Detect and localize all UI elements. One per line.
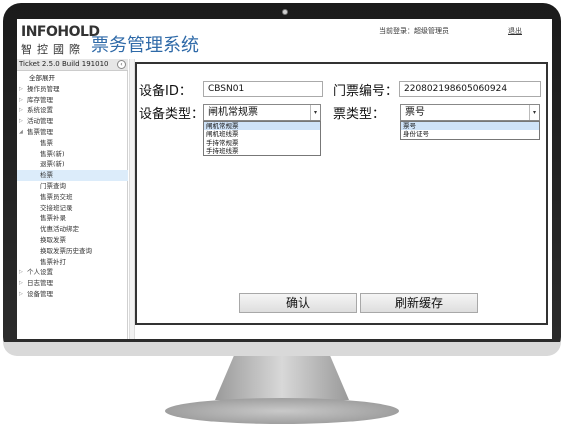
sidebar-item-ticket-sales[interactable]: ◢ 售票管理 bbox=[17, 127, 128, 138]
version-label: Ticket 2.5.0 Build 191010 bbox=[19, 60, 109, 68]
logo: INFOHOLD bbox=[21, 24, 100, 40]
ticket-type-value: 票号 bbox=[405, 107, 425, 118]
refresh-cache-button[interactable]: 刷新缓存 bbox=[360, 293, 478, 313]
screen: INFOHOLD 智控國際 票务管理系统 当前登录：超级管理员 退出 Ticke… bbox=[17, 19, 552, 339]
sidebar-item-label: 售票管理 bbox=[27, 127, 53, 136]
sidebar-menu: 全部展开 ▷ 操作员管理 ▷ 库存管理 ▷ 系统设置 ▷ 活动管理 ◢ 售票管理 售票 售… bbox=[17, 73, 128, 300]
ticket-check-panel: 设备ID： CBSN01 门票编号： 220802198605060924 设备… bbox=[135, 62, 548, 325]
dropdown-option[interactable]: 手持班线票 bbox=[204, 147, 320, 155]
chevron-down-icon[interactable]: ▾ bbox=[310, 105, 320, 120]
device-type-dropdown: 闸机常规票 闸机班线票 手持常规票 手持班线票 bbox=[203, 121, 321, 157]
sidebar-item-label: 库存管理 bbox=[27, 95, 53, 104]
collapse-sidebar-icon[interactable]: ‹ bbox=[117, 60, 126, 69]
ticket-no-field[interactable]: 220802198605060924 bbox=[399, 81, 541, 97]
expand-arrow-icon: ▷ bbox=[19, 269, 23, 276]
sidebar-item-promo-binding[interactable]: 优惠活动绑定 bbox=[17, 224, 128, 235]
sidebar-item-invoice-exchange[interactable]: 换取发票 bbox=[17, 235, 128, 246]
sidebar-item-handover-records[interactable]: 交接班记录 bbox=[17, 203, 128, 214]
dropdown-option[interactable]: 身份证号 bbox=[401, 130, 539, 138]
webcam-icon bbox=[282, 9, 288, 15]
monitor-bezel: INFOHOLD 智控國際 票务管理系统 当前登录：超级管理员 退出 Ticke… bbox=[3, 3, 561, 355]
expand-arrow-icon: ▷ bbox=[19, 107, 23, 114]
device-type-value: 闸机常规票 bbox=[208, 107, 258, 118]
expand-arrow-icon: ▷ bbox=[19, 85, 23, 92]
ticket-type-dropdown: 票号 身份证号 bbox=[400, 121, 540, 140]
sidebar-item-sell-new[interactable]: 售票(新) bbox=[17, 149, 128, 160]
sidebar-item-system-settings[interactable]: ▷ 系统设置 bbox=[17, 105, 128, 116]
device-type-select[interactable]: 闸机常规票 ▾ bbox=[203, 104, 321, 121]
monitor-chin bbox=[3, 342, 561, 356]
sidebar-item-sales-supplement[interactable]: 售票补录 bbox=[17, 213, 128, 224]
sidebar-item-label: 设备管理 bbox=[27, 289, 53, 298]
device-type-label: 设备类型： bbox=[139, 107, 205, 122]
sidebar-item-reprint[interactable]: 售票补打 bbox=[17, 257, 128, 268]
expand-arrow-icon: ▷ bbox=[19, 118, 23, 125]
monitor-stand-base bbox=[165, 398, 399, 424]
sidebar-item-shift-handover[interactable]: 售票员交班 bbox=[17, 192, 128, 203]
sidebar-item-personal-settings[interactable]: ▷ 个人设置 bbox=[17, 267, 128, 278]
expand-arrow-icon: ▷ bbox=[19, 290, 23, 297]
sidebar: Ticket 2.5.0 Build 191010 ‹ 全部展开 ▷ 操作员管理 … bbox=[17, 59, 128, 339]
sidebar-item-label: 系统设置 bbox=[27, 106, 53, 115]
dropdown-option[interactable]: 闸机班线票 bbox=[204, 130, 320, 138]
ticket-type-select[interactable]: 票号 ▾ bbox=[400, 104, 540, 121]
dropdown-option[interactable]: 手持常规票 bbox=[204, 139, 320, 147]
sidebar-item-refund-new[interactable]: 退票(新) bbox=[17, 159, 128, 170]
expand-arrow-icon: ▷ bbox=[19, 280, 23, 287]
sidebar-item-logs[interactable]: ▷ 日志管理 bbox=[17, 278, 128, 289]
logo-subtitle: 智控國際 bbox=[21, 43, 85, 56]
sidebar-item-invoice-history[interactable]: 换取发票历史查询 bbox=[17, 246, 128, 257]
sidebar-item-check-ticket[interactable]: 检票 bbox=[17, 170, 128, 181]
device-id-field[interactable]: CBSN01 bbox=[203, 81, 323, 97]
sidebar-item-label: 个人设置 bbox=[27, 268, 53, 277]
collapse-arrow-icon: ◢ bbox=[19, 128, 23, 135]
sidebar-item-label: 操作员管理 bbox=[27, 84, 60, 93]
sidebar-item-inventory[interactable]: ▷ 库存管理 bbox=[17, 95, 128, 106]
login-status: 当前登录：超级管理员 bbox=[379, 27, 449, 35]
logout-link[interactable]: 退出 bbox=[508, 26, 522, 36]
sidebar-item-operators[interactable]: ▷ 操作员管理 bbox=[17, 84, 128, 95]
sidebar-item-activities[interactable]: ▷ 活动管理 bbox=[17, 116, 128, 127]
ticket-type-label: 票类型： bbox=[333, 107, 386, 122]
monitor-stand-neck bbox=[215, 356, 349, 400]
confirm-button[interactable]: 确认 bbox=[239, 293, 357, 313]
sidebar-item-devices[interactable]: ▷ 设备管理 bbox=[17, 289, 128, 300]
chevron-down-icon[interactable]: ▾ bbox=[529, 105, 539, 120]
app-header: INFOHOLD 智控國際 票务管理系统 当前登录：超级管理员 退出 bbox=[17, 19, 552, 58]
sidebar-item-label: 日志管理 bbox=[27, 279, 53, 288]
expand-arrow-icon: ▷ bbox=[19, 96, 23, 103]
page-title: 票务管理系统 bbox=[91, 35, 199, 56]
ticket-no-label: 门票编号： bbox=[333, 84, 399, 99]
sidebar-header: Ticket 2.5.0 Build 191010 ‹ bbox=[17, 59, 128, 71]
sidebar-item-label: 活动管理 bbox=[27, 117, 53, 126]
sidebar-item-ticket-query[interactable]: 门票查询 bbox=[17, 181, 128, 192]
device-id-label: 设备ID： bbox=[139, 84, 192, 99]
expand-all-link[interactable]: 全部展开 bbox=[17, 73, 128, 84]
sidebar-item-sell[interactable]: 售票 bbox=[17, 138, 128, 149]
